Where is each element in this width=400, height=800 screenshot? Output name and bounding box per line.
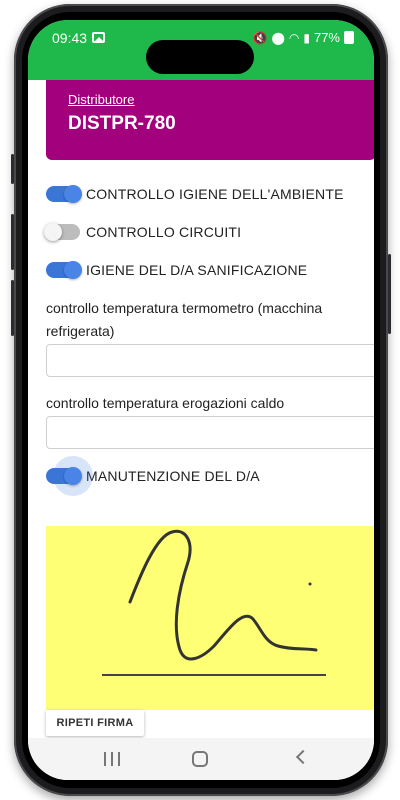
gallery-notification-icon [92, 32, 105, 43]
toggle-row-environment[interactable]: CONTROLLO IGIENE DELL'AMBIENTE [46, 182, 344, 206]
signal-icon: ▮ [303, 30, 310, 45]
battery-percent: 77% [313, 30, 340, 45]
power-button [388, 254, 391, 334]
signature-pad[interactable] [46, 526, 374, 710]
signature-stroke [128, 529, 318, 661]
camera-notch [146, 40, 254, 74]
maintenance-toggle[interactable] [46, 456, 93, 496]
screen: 09:43 🔇 ⬤ ◠ ▮ 77% PE ATO Distributore [28, 20, 374, 780]
sanitization-toggle[interactable] [46, 261, 82, 279]
toggle-label: MANUTENZIONE DEL D/A [86, 468, 260, 484]
volume-down-button [11, 280, 14, 336]
mute-switch [11, 154, 14, 184]
battery-icon [344, 31, 354, 44]
phone-frame: 09:43 🔇 ⬤ ◠ ▮ 77% PE ATO Distributore [11, 4, 391, 796]
toggle-row-circuits[interactable]: CONTROLLO CIRCUITI [44, 220, 242, 244]
back-icon[interactable] [295, 749, 311, 765]
field-label-hot-dispensing: controllo temperatura erogazioni caldo [46, 395, 285, 411]
location-icon: ⬤ [271, 30, 285, 45]
field-label-thermometer: controllo temperatura termometro (macchi… [46, 300, 323, 339]
distributor-label: Distributore [68, 92, 135, 107]
toggle-row-maintenance[interactable]: MANUTENZIONE DEL D/A [46, 456, 260, 496]
repeat-signature-button[interactable]: RIPETI FIRMA [46, 710, 144, 736]
volume-up-button [11, 214, 14, 270]
toggle-label: CONTROLLO IGIENE DELL'AMBIENTE [86, 186, 344, 202]
toggle-label: IGIENE DEL D/A SANIFICAZIONE [86, 262, 308, 278]
mute-icon: 🔇 [252, 30, 268, 45]
signature-baseline [102, 674, 326, 676]
android-nav-bar [28, 738, 374, 780]
status-time: 09:43 [52, 30, 88, 46]
home-icon[interactable] [192, 751, 208, 767]
distributor-card: Distributore DISTPR-780 [46, 80, 374, 160]
recent-apps-icon[interactable] [104, 752, 120, 766]
toggle-label: CONTROLLO CIRCUITI [86, 224, 242, 240]
environment-toggle[interactable] [46, 185, 82, 203]
circuits-toggle[interactable] [44, 223, 80, 241]
status-icons: 🔇 ⬤ ◠ ▮ 77% [252, 30, 354, 45]
distributor-value: DISTPR-780 [68, 113, 176, 134]
hot-dispensing-input[interactable] [46, 416, 374, 449]
wifi-icon: ◠ [288, 30, 300, 45]
toggle-row-sanitization[interactable]: IGIENE DEL D/A SANIFICAZIONE [46, 258, 307, 282]
thermometer-input[interactable] [46, 344, 374, 377]
